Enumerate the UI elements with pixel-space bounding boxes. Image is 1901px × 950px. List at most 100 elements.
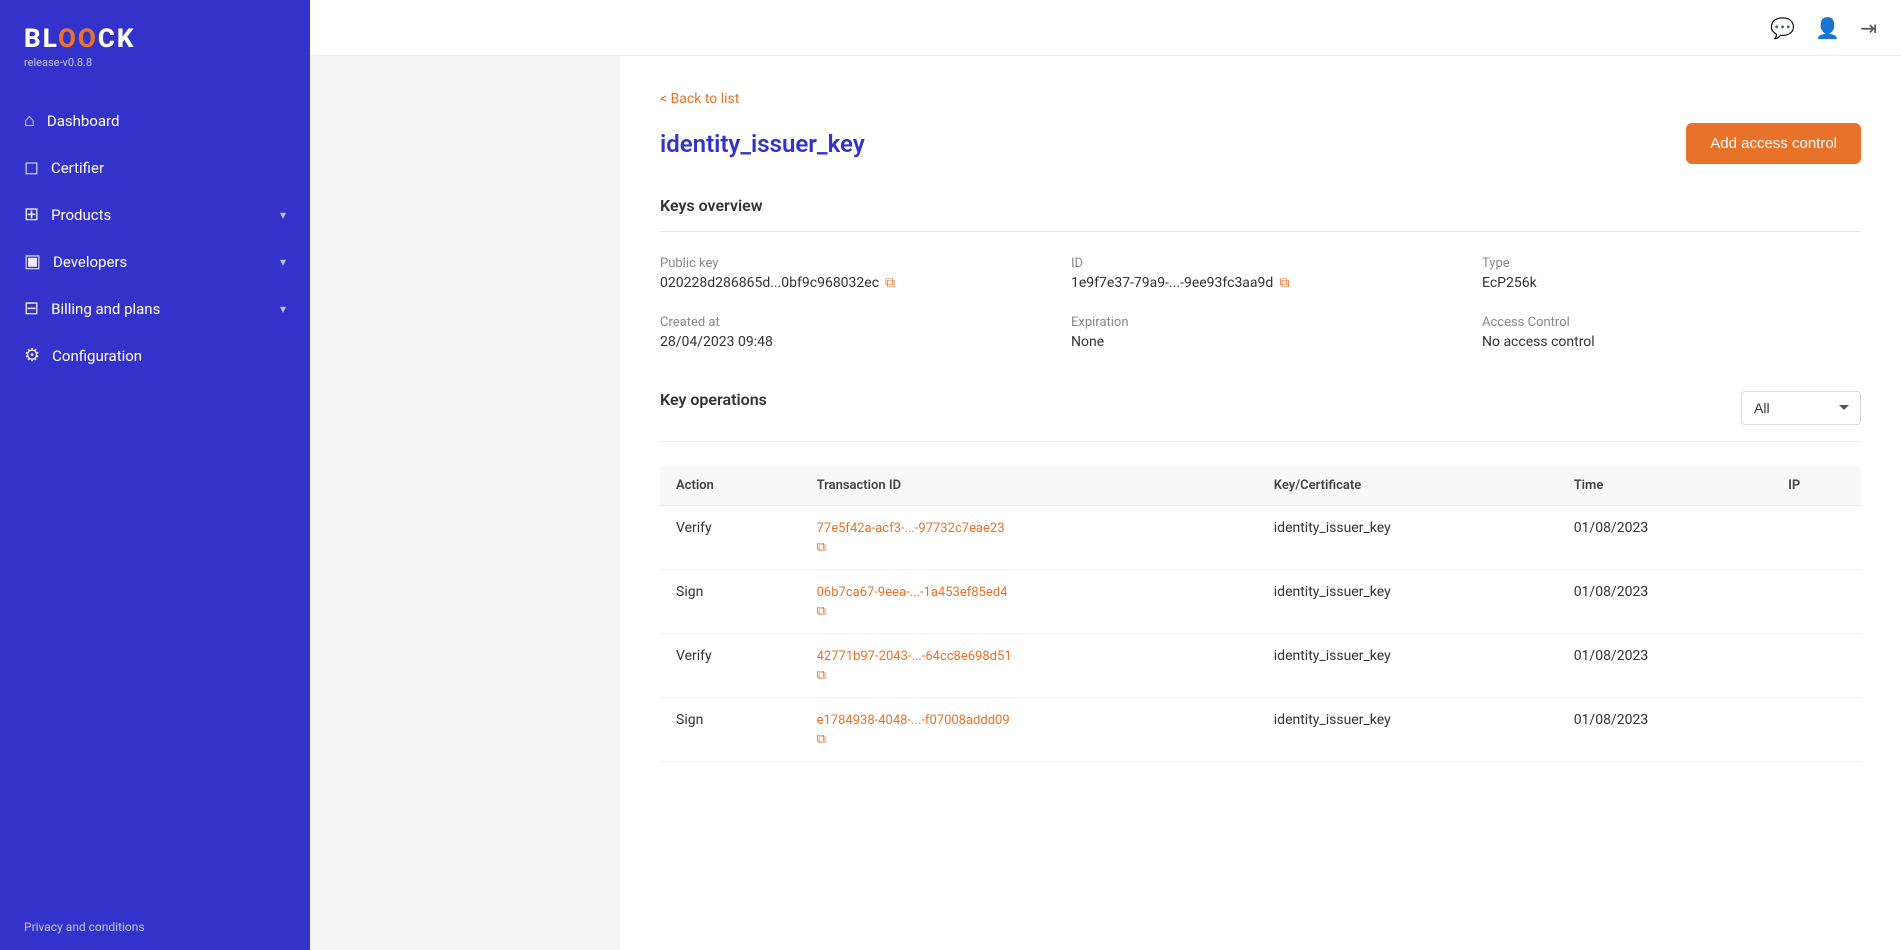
sidebar-item-dashboard[interactable]: ⌂ Dashboard <box>0 97 310 144</box>
sidebar-item-developers[interactable]: ▣ Developers ▾ <box>0 238 310 285</box>
cell-action: Sign <box>660 570 801 634</box>
public-key-label: Public key <box>660 256 1039 271</box>
cell-transaction-id: e1784938-4048-...-f07008addd09 ⧉ <box>801 698 1258 762</box>
cell-time: 01/08/2023 <box>1558 570 1772 634</box>
cell-transaction-id: 42771b97-2043-...-64cc8e698d51 ⧉ <box>801 634 1258 698</box>
cell-action: Verify <box>660 634 801 698</box>
cell-action: Sign <box>660 698 801 762</box>
page-title: identity_issuer_key <box>660 130 865 158</box>
page-header: identity_issuer_key Add access control <box>660 123 1861 164</box>
chevron-down-icon: ▾ <box>280 255 286 269</box>
public-key-value: 020228d286865d...0bf9c968032ec ⧉ <box>660 275 1039 291</box>
key-operations-section: Key operations All Sign Verify Action Tr… <box>660 390 1861 762</box>
public-key-field: Public key 020228d286865d...0bf9c968032e… <box>660 256 1039 291</box>
access-control-field: Access Control No access control <box>1482 315 1861 350</box>
type-label: Type <box>1482 256 1861 271</box>
access-control-value: No access control <box>1482 334 1861 350</box>
chevron-down-icon: ▾ <box>280 302 286 316</box>
copy-id-icon[interactable]: ⧉ <box>1279 275 1289 291</box>
sidebar-item-label: Developers <box>53 253 127 271</box>
certifier-icon: ◻ <box>24 157 39 178</box>
app-logo: BLOOCK <box>24 24 286 54</box>
home-icon: ⌂ <box>24 110 35 131</box>
created-at-label: Created at <box>660 315 1039 330</box>
col-ip: IP <box>1772 466 1861 506</box>
sidebar-item-billing[interactable]: ⊟ Billing and plans ▾ <box>0 285 310 332</box>
cell-transaction-id: 06b7ca67-9eea-...-1a453ef85ed4 ⧉ <box>801 570 1258 634</box>
user-icon[interactable]: 👤 <box>1815 16 1840 40</box>
expiration-label: Expiration <box>1071 315 1450 330</box>
id-value: 1e9f7e37-79a9-...-9ee93fc3aa9d ⧉ <box>1071 275 1450 291</box>
keys-overview-title: Keys overview <box>660 196 1861 215</box>
id-label: ID <box>1071 256 1450 271</box>
cell-transaction-id: 77e5f42a-acf3-...-97732c7eae23 ⧉ <box>801 506 1258 570</box>
divider <box>660 231 1861 232</box>
sidebar: BLOOCK release-v0.8.8 ⌂ Dashboard ◻ Cert… <box>0 0 310 950</box>
divider-ops <box>660 441 1861 442</box>
created-at-field: Created at 28/04/2023 09:48 <box>660 315 1039 350</box>
copy-transaction-icon[interactable]: ⧉ <box>817 540 1242 555</box>
type-value: EcP256k <box>1482 275 1861 291</box>
billing-icon: ⊟ <box>24 298 39 319</box>
privacy-footer[interactable]: Privacy and conditions <box>0 904 310 950</box>
keys-overview-section: Keys overview Public key 020228d286865d.… <box>660 196 1861 350</box>
access-control-label: Access Control <box>1482 315 1861 330</box>
table-body: Verify 77e5f42a-acf3-...-97732c7eae23 ⧉ ide… <box>660 506 1861 762</box>
copy-transaction-icon[interactable]: ⧉ <box>817 668 1242 683</box>
expiration-value: None <box>1071 334 1450 350</box>
back-to-list-link[interactable]: < Back to list <box>660 91 739 107</box>
sidebar-nav: ⌂ Dashboard ◻ Certifier ⊞ Products ▾ ▣ D… <box>0 73 310 904</box>
operations-table: Action Transaction ID Key/Certificate Ti… <box>660 466 1861 762</box>
copy-transaction-icon[interactable]: ⧉ <box>817 604 1242 619</box>
transaction-id-value: 06b7ca67-9eea-...-1a453ef85ed4 <box>817 585 1008 600</box>
products-icon: ⊞ <box>24 204 39 225</box>
copy-public-key-icon[interactable]: ⧉ <box>885 275 895 291</box>
chevron-down-icon: ▾ <box>280 208 286 222</box>
created-at-value: 28/04/2023 09:48 <box>660 334 1039 350</box>
transaction-id-value: 42771b97-2043-...-64cc8e698d51 <box>817 649 1012 664</box>
transaction-id-value: 77e5f42a-acf3-...-97732c7eae23 <box>817 521 1005 536</box>
cell-ip <box>1772 698 1861 762</box>
cell-key-certificate: identity_issuer_key <box>1258 634 1558 698</box>
sidebar-item-products[interactable]: ⊞ Products ▾ <box>0 191 310 238</box>
table-header: Action Transaction ID Key/Certificate Ti… <box>660 466 1861 506</box>
logo-area: BLOOCK release-v0.8.8 <box>0 0 310 73</box>
table-row: Sign 06b7ca67-9eea-...-1a453ef85ed4 ⧉ ident… <box>660 570 1861 634</box>
id-field: ID 1e9f7e37-79a9-...-9ee93fc3aa9d ⧉ <box>1071 256 1450 291</box>
cell-ip <box>1772 634 1861 698</box>
add-access-control-button[interactable]: Add access control <box>1686 123 1861 164</box>
configuration-icon: ⚙ <box>24 345 40 366</box>
chat-icon[interactable]: 💬 <box>1770 16 1795 40</box>
cell-key-certificate: identity_issuer_key <box>1258 698 1558 762</box>
expiration-field: Expiration None <box>1071 315 1450 350</box>
table-row: Verify 42771b97-2043-...-64cc8e698d51 ⧉ ide… <box>660 634 1861 698</box>
filter-select[interactable]: All Sign Verify <box>1741 391 1861 425</box>
sidebar-item-label: Certifier <box>51 159 104 177</box>
main-content: < Back to list identity_issuer_key Add a… <box>620 56 1901 950</box>
app-version: release-v0.8.8 <box>24 56 286 69</box>
cell-time: 01/08/2023 <box>1558 698 1772 762</box>
key-operations-title: Key operations <box>660 390 767 409</box>
transaction-id-value: e1784938-4048-...-f07008addd09 <box>817 713 1010 728</box>
cell-ip <box>1772 506 1861 570</box>
col-transaction-id: Transaction ID <box>801 466 1258 506</box>
col-key-certificate: Key/Certificate <box>1258 466 1558 506</box>
key-details-grid: Public key 020228d286865d...0bf9c968032e… <box>660 256 1861 350</box>
table-row: Sign e1784938-4048-...-f07008addd09 ⧉ ident… <box>660 698 1861 762</box>
sidebar-item-configuration[interactable]: ⚙ Configuration <box>0 332 310 379</box>
type-field: Type EcP256k <box>1482 256 1861 291</box>
cell-time: 01/08/2023 <box>1558 634 1772 698</box>
sidebar-item-label: Configuration <box>52 347 142 365</box>
cell-key-certificate: identity_issuer_key <box>1258 506 1558 570</box>
sidebar-item-label: Dashboard <box>47 112 120 130</box>
copy-transaction-icon[interactable]: ⧉ <box>817 732 1242 747</box>
sidebar-item-certifier[interactable]: ◻ Certifier <box>0 144 310 191</box>
table-row: Verify 77e5f42a-acf3-...-97732c7eae23 ⧉ ide… <box>660 506 1861 570</box>
cell-key-certificate: identity_issuer_key <box>1258 570 1558 634</box>
developers-icon: ▣ <box>24 251 41 272</box>
cell-action: Verify <box>660 506 801 570</box>
col-action: Action <box>660 466 801 506</box>
logout-icon[interactable]: ⇥ <box>1860 16 1877 40</box>
key-operations-header: Key operations All Sign Verify <box>660 390 1861 425</box>
sidebar-item-label: Billing and plans <box>51 300 160 318</box>
